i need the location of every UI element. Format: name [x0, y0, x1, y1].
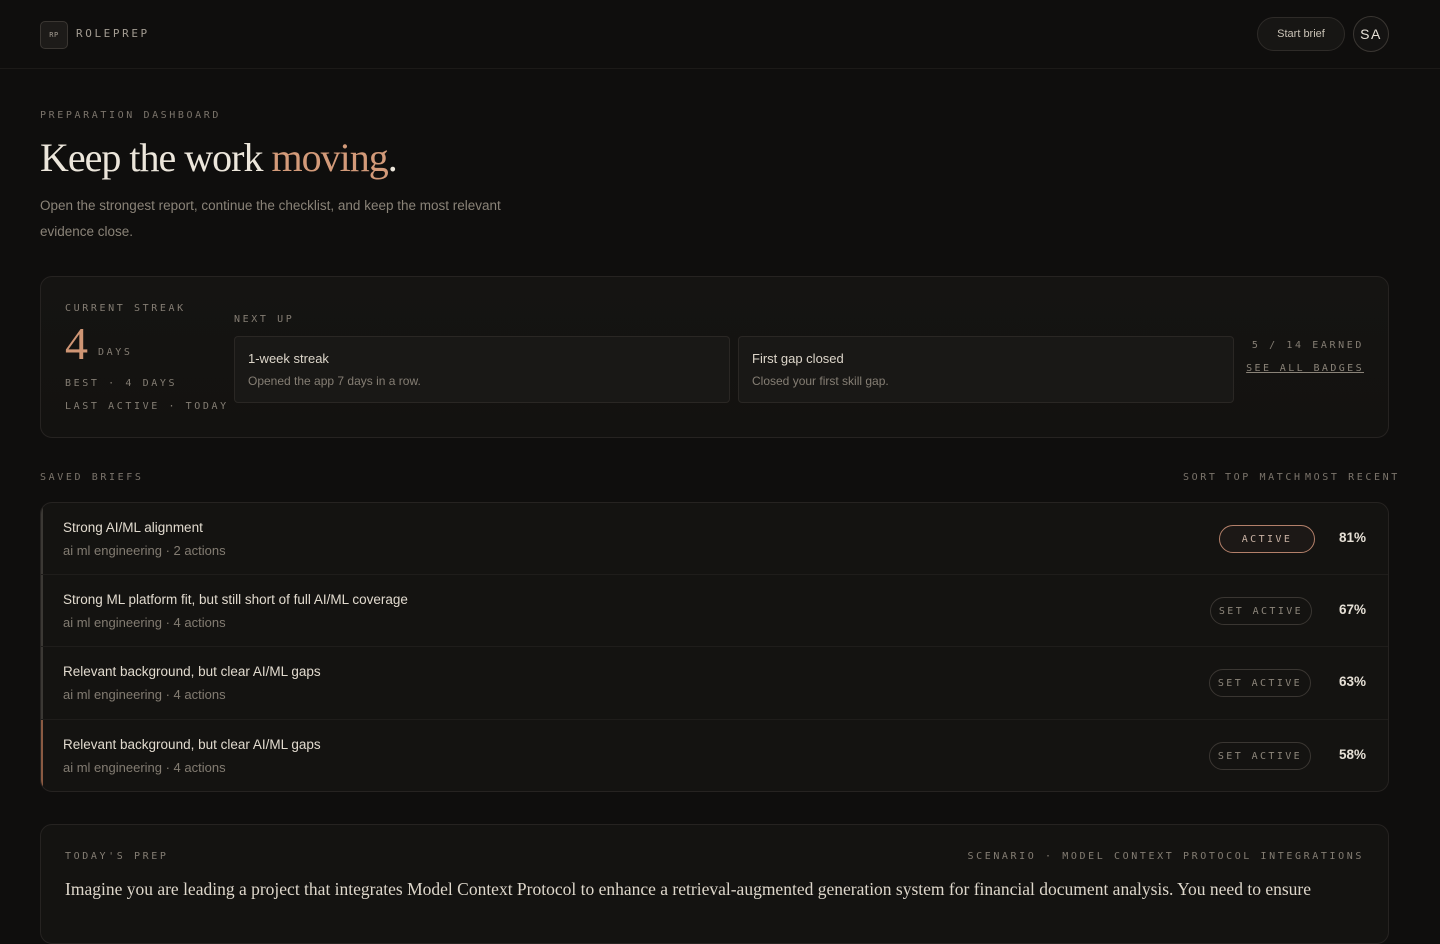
streak-count: 4 — [65, 318, 88, 369]
badge-description: Closed your first skill gap. — [752, 374, 889, 388]
brand-name[interactable]: ROLEPREP — [76, 27, 150, 40]
match-percentage: 81% — [1338, 530, 1366, 545]
brief-meta: ai ml engineering · 4 actions — [63, 760, 226, 775]
title-end: . — [387, 135, 398, 180]
sort-label: SORT — [1183, 472, 1218, 483]
streak-card: CURRENT STREAK 4 DAYS BEST · 4 DAYS LAST… — [40, 276, 1389, 438]
todays-prep-label: TODAY'S PREP — [65, 851, 169, 862]
row-indicator — [41, 647, 43, 719]
brief-title: Relevant background, but clear AI/ML gap… — [63, 737, 321, 752]
set-active-button[interactable]: SET ACTIVE — [1209, 742, 1311, 770]
best-streak: BEST · 4 DAYS — [65, 378, 178, 389]
match-percentage: 67% — [1338, 602, 1366, 617]
current-streak-label: CURRENT STREAK — [65, 303, 186, 314]
brief-row[interactable]: Strong ML platform fit, but still short … — [41, 575, 1388, 647]
saved-briefs-label: SAVED BRIEFS — [40, 472, 144, 483]
set-active-button[interactable]: SET ACTIVE — [1209, 669, 1311, 697]
active-status-button[interactable]: ACTIVE — [1219, 525, 1315, 553]
avatar[interactable]: SA — [1353, 16, 1389, 52]
prep-scenario-text: Imagine you are leading a project that i… — [65, 879, 1311, 899]
set-active-button[interactable]: SET ACTIVE — [1210, 597, 1312, 625]
page-title: Keep the work moving. — [40, 134, 398, 181]
todays-prep-card: TODAY'S PREP SCENARIO · MODEL CONTEXT PR… — [40, 824, 1389, 944]
title-main: Keep the work — [40, 135, 272, 180]
sort-most-recent[interactable]: MOST RECENT — [1305, 472, 1400, 483]
page-eyebrow: PREPARATION DASHBOARD — [40, 110, 222, 121]
see-all-badges-link[interactable]: SEE ALL BADGES — [1246, 363, 1364, 374]
sort-top-match[interactable]: TOP MATCH — [1225, 472, 1303, 483]
row-indicator — [41, 720, 43, 791]
top-bar: RP ROLEPREP Start brief SA — [0, 0, 1440, 69]
brief-row[interactable]: Relevant background, but clear AI/ML gap… — [41, 647, 1388, 720]
badge-title: 1-week streak — [248, 351, 329, 366]
brief-title: Strong ML platform fit, but still short … — [63, 592, 408, 607]
next-up-label: NEXT UP — [234, 314, 295, 325]
row-indicator — [41, 503, 43, 574]
brief-title: Strong AI/ML alignment — [63, 520, 203, 535]
scenario-label: SCENARIO · MODEL CONTEXT PROTOCOL INTEGR… — [967, 851, 1364, 862]
last-active: LAST ACTIVE · TODAY — [65, 401, 229, 412]
brief-title: Relevant background, but clear AI/ML gap… — [63, 664, 321, 679]
saved-briefs-list: Strong AI/ML alignment ai ml engineering… — [40, 502, 1389, 792]
badge-title: First gap closed — [752, 351, 844, 366]
streak-unit: DAYS — [98, 347, 133, 358]
title-accent: moving — [271, 135, 388, 180]
badge-card[interactable]: 1-week streak Opened the app 7 days in a… — [234, 336, 730, 403]
brief-row[interactable]: Strong AI/ML alignment ai ml engineering… — [41, 503, 1388, 575]
brief-meta: ai ml engineering · 2 actions — [63, 543, 226, 558]
badge-card[interactable]: First gap closed Closed your first skill… — [738, 336, 1234, 403]
page-subtitle: Open the strongest report, continue the … — [40, 198, 501, 239]
brief-row[interactable]: Relevant background, but clear AI/ML gap… — [41, 720, 1388, 791]
badges-earned: 5 / 14 EARNED — [1251, 340, 1364, 351]
brief-meta: ai ml engineering · 4 actions — [63, 615, 226, 630]
logo-mark[interactable]: RP — [40, 21, 68, 49]
match-percentage: 63% — [1338, 674, 1366, 689]
match-percentage: 58% — [1338, 747, 1366, 762]
brief-meta: ai ml engineering · 4 actions — [63, 687, 226, 702]
row-indicator — [41, 575, 43, 646]
start-brief-button[interactable]: Start brief — [1257, 17, 1345, 51]
badge-description: Opened the app 7 days in a row. — [248, 374, 421, 388]
